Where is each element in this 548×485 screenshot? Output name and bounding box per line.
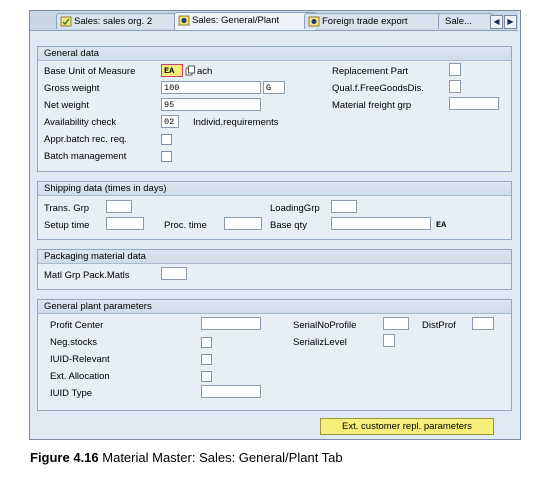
batch-management-label: Batch management xyxy=(44,151,127,162)
base-uom-field[interactable]: EA xyxy=(161,64,183,77)
neg-stocks-label: Neg.stocks xyxy=(50,337,97,348)
serial-no-profile-label: SerialNoProfile xyxy=(293,320,357,331)
ext-customer-repl-button[interactable]: Ext. customer repl. parameters xyxy=(320,418,494,435)
tab-bar: Sales: sales org. 2 Sales: General/Plant… xyxy=(30,11,518,31)
tab-foreign-trade-export[interactable]: Foreign trade export xyxy=(304,13,451,29)
iuid-type-label: IUID Type xyxy=(50,388,93,399)
check-icon xyxy=(60,16,72,27)
scroll-left-button[interactable]: ◀ xyxy=(490,15,503,29)
serial-no-profile-field[interactable] xyxy=(383,317,409,330)
appr-batch-label: Appr.batch rec. req. xyxy=(44,134,127,145)
iuid-type-field[interactable] xyxy=(201,385,261,398)
figure-caption: Figure 4.16 Material Master: Sales: Gene… xyxy=(30,450,343,465)
gross-weight-field[interactable]: 100 xyxy=(161,81,261,94)
matl-grp-pack-label: Matl Grp Pack.Matls xyxy=(44,270,130,281)
tab-label: Sale... xyxy=(445,16,472,27)
copy-icon[interactable] xyxy=(185,65,196,76)
figure-text: Material Master: Sales: General/Plant Ta… xyxy=(102,450,343,465)
dist-prof-label: DistProf xyxy=(422,320,456,331)
tab-label: Foreign trade export xyxy=(322,16,408,27)
group-title: General plant parameters xyxy=(38,300,511,314)
matl-grp-pack-field[interactable] xyxy=(161,267,187,280)
ext-allocation-checkbox[interactable] xyxy=(201,371,212,382)
figure-number: Figure 4.16 xyxy=(30,450,99,465)
group-title: Shipping data (times in days) xyxy=(38,182,511,196)
qual-free-goods-field[interactable] xyxy=(449,80,461,93)
group-title: General data xyxy=(38,47,511,61)
ext-allocation-label: Ext. Allocation xyxy=(50,371,110,382)
base-uom-text: ach xyxy=(197,66,213,77)
tab-label: Sales: sales org. 2 xyxy=(74,16,153,27)
replacement-part-field[interactable] xyxy=(449,63,461,76)
setup-time-label: Setup time xyxy=(44,220,90,231)
trans-grp-field[interactable] xyxy=(106,200,132,213)
base-qty-label: Base qty xyxy=(270,220,307,231)
availability-check-field[interactable]: 02 xyxy=(161,115,179,128)
profit-center-label: Profit Center xyxy=(50,320,104,331)
net-weight-field[interactable]: 95 xyxy=(161,98,261,111)
proc-time-label: Proc. time xyxy=(164,220,207,231)
tab-sales-org-2[interactable]: Sales: sales org. 2 xyxy=(56,13,187,29)
group-title: Packaging material data xyxy=(38,250,511,264)
trans-grp-label: Trans. Grp xyxy=(44,203,90,214)
proc-time-field[interactable] xyxy=(224,217,262,230)
tab-label: Sales: General/Plant xyxy=(192,15,280,26)
serializ-level-field[interactable] xyxy=(383,334,395,347)
dist-prof-field[interactable] xyxy=(472,317,494,330)
batch-management-checkbox[interactable] xyxy=(161,151,172,162)
replacement-part-label: Replacement Part xyxy=(332,66,409,77)
appr-batch-checkbox[interactable] xyxy=(161,134,172,145)
tab-sales-general-plant[interactable]: Sales: General/Plant xyxy=(174,12,317,30)
availability-check-text: Individ.requirements xyxy=(193,117,279,128)
qual-free-goods-label: Qual.f.FreeGoodsDis. xyxy=(332,83,424,94)
loading-grp-field[interactable] xyxy=(331,200,357,213)
scroll-right-button[interactable]: ▶ xyxy=(504,15,517,29)
material-freight-label: Material freight grp xyxy=(332,100,412,111)
profit-center-field[interactable] xyxy=(201,317,261,330)
iuid-relevant-checkbox[interactable] xyxy=(201,354,212,365)
availability-check-label: Availability check xyxy=(44,117,117,128)
status-icon xyxy=(308,16,320,27)
neg-stocks-checkbox[interactable] xyxy=(201,337,212,348)
material-freight-field[interactable] xyxy=(449,97,499,110)
weight-unit-field[interactable]: G xyxy=(263,81,285,94)
base-uom-label: Base Unit of Measure xyxy=(44,66,136,77)
base-qty-field[interactable] xyxy=(331,217,431,230)
tab-sales-more[interactable]: Sale... xyxy=(438,13,494,29)
loading-grp-label: LoadingGrp xyxy=(270,203,320,214)
net-weight-label: Net weight xyxy=(44,100,89,111)
serializ-level-label: SerializLevel xyxy=(293,337,347,348)
base-qty-unit: EA xyxy=(436,220,447,230)
iuid-relevant-label: IUID-Relevant xyxy=(50,354,110,365)
status-icon xyxy=(178,15,190,26)
setup-time-field[interactable] xyxy=(106,217,144,230)
gross-weight-label: Gross weight xyxy=(44,83,100,94)
